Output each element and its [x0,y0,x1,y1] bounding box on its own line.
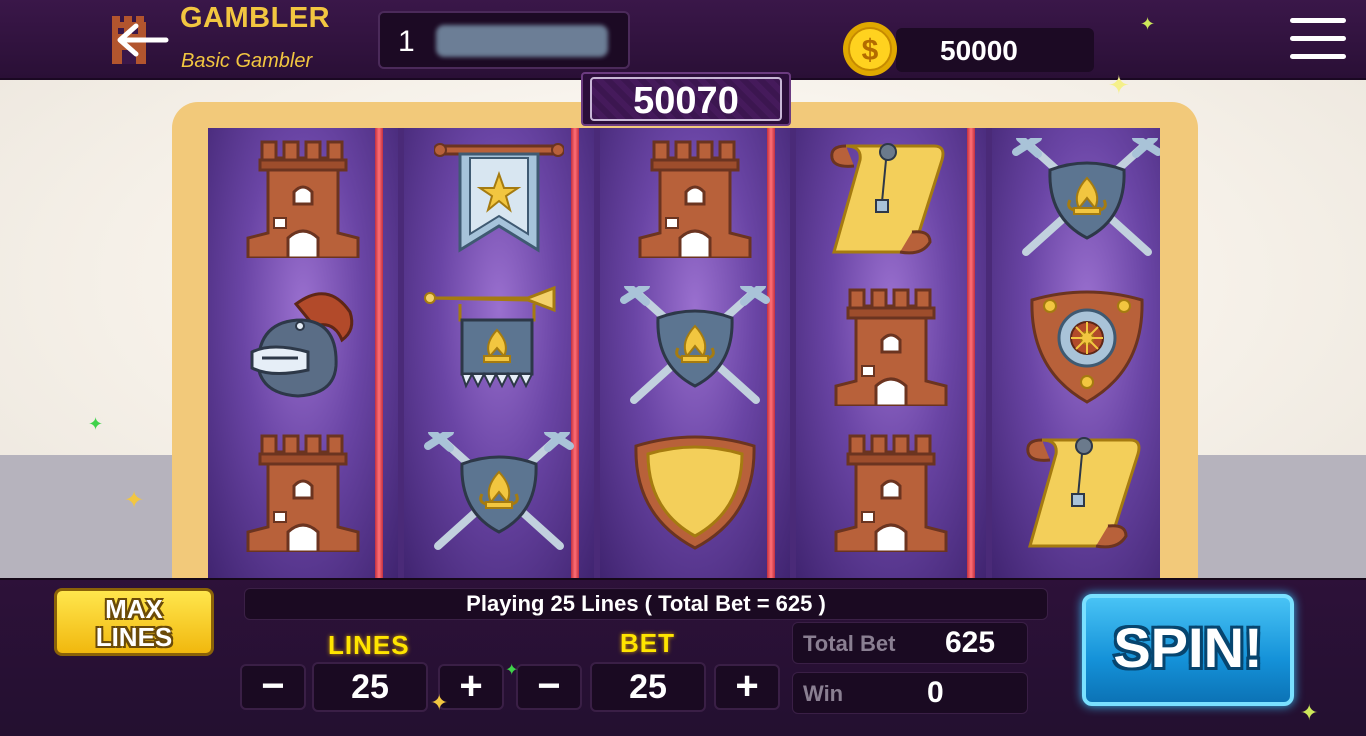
bet-value: 25 [590,662,706,712]
crossed-swords-shield-icon [1012,134,1160,263]
app-title: GAMBLER [180,2,331,34]
svg-text:$: $ [862,34,879,67]
max-lines-button[interactable]: MAX LINES [54,588,214,656]
win-display: Win 0 [792,672,1028,714]
top-bar: GAMBLER Basic Gambler 1 50000 $ [0,0,1366,80]
banner-icon [433,138,565,263]
level-display: 1 [378,11,630,69]
total-bet-label: Total Bet [803,631,896,656]
bet-decrease-button[interactable]: − [516,664,582,710]
helmet-icon [238,286,368,411]
xp-progress-bar [436,25,608,57]
slot-stage [0,80,1366,580]
tower-icon [826,286,956,411]
tower-icon [630,138,760,263]
status-bar: Playing 25 Lines ( Total Bet = 625 ) [244,588,1048,620]
win-value: 0 [927,676,944,709]
hamburger-icon-line [1290,18,1346,23]
tower-icon [238,432,368,557]
lines-label: LINES [328,630,410,660]
lines-decrease-button[interactable]: − [240,664,306,710]
castle-back-icon [112,16,169,64]
level-number: 1 [398,25,415,58]
jackpot-value: 50070 [590,77,782,122]
coin-balance: 50000 [896,28,1094,72]
coin-icon: $ [836,20,904,78]
tower-icon [826,432,956,557]
reel-divider [967,128,975,580]
total-bet-display: Total Bet 625 [792,622,1028,664]
back-button[interactable] [108,14,170,68]
menu-button[interactable] [1290,18,1346,62]
jackpot-display: 50070 [581,72,791,126]
trumpet-banner-icon [424,285,574,411]
round-shield-icon [1022,286,1152,411]
hamburger-icon-line [1290,36,1346,41]
win-label: Win [803,681,844,706]
hamburger-icon-line [1290,54,1346,59]
max-lines-label: MAX [105,594,163,624]
gold-shield-icon [630,432,760,557]
control-panel: MAX LINES Playing 25 Lines ( Total Bet =… [0,578,1366,736]
max-lines-label: LINES [95,622,173,652]
spin-button[interactable]: SPIN! [1082,594,1294,706]
scroll-icon [826,138,956,263]
crossed-swords-shield-icon [424,428,574,557]
total-bet-value: 625 [945,626,996,659]
reel-window [208,128,1160,580]
player-rank: Basic Gambler [181,50,313,72]
bet-increase-button[interactable]: + [714,664,780,710]
lines-value: 25 [312,662,428,712]
reel-divider [375,128,383,580]
scroll-icon [1022,432,1152,557]
bet-label: BET [620,628,675,658]
coin-balance-value: 50000 [940,35,1018,66]
tower-icon [238,138,368,263]
crossed-swords-shield-icon [620,282,770,411]
lines-increase-button[interactable]: + [438,664,504,710]
